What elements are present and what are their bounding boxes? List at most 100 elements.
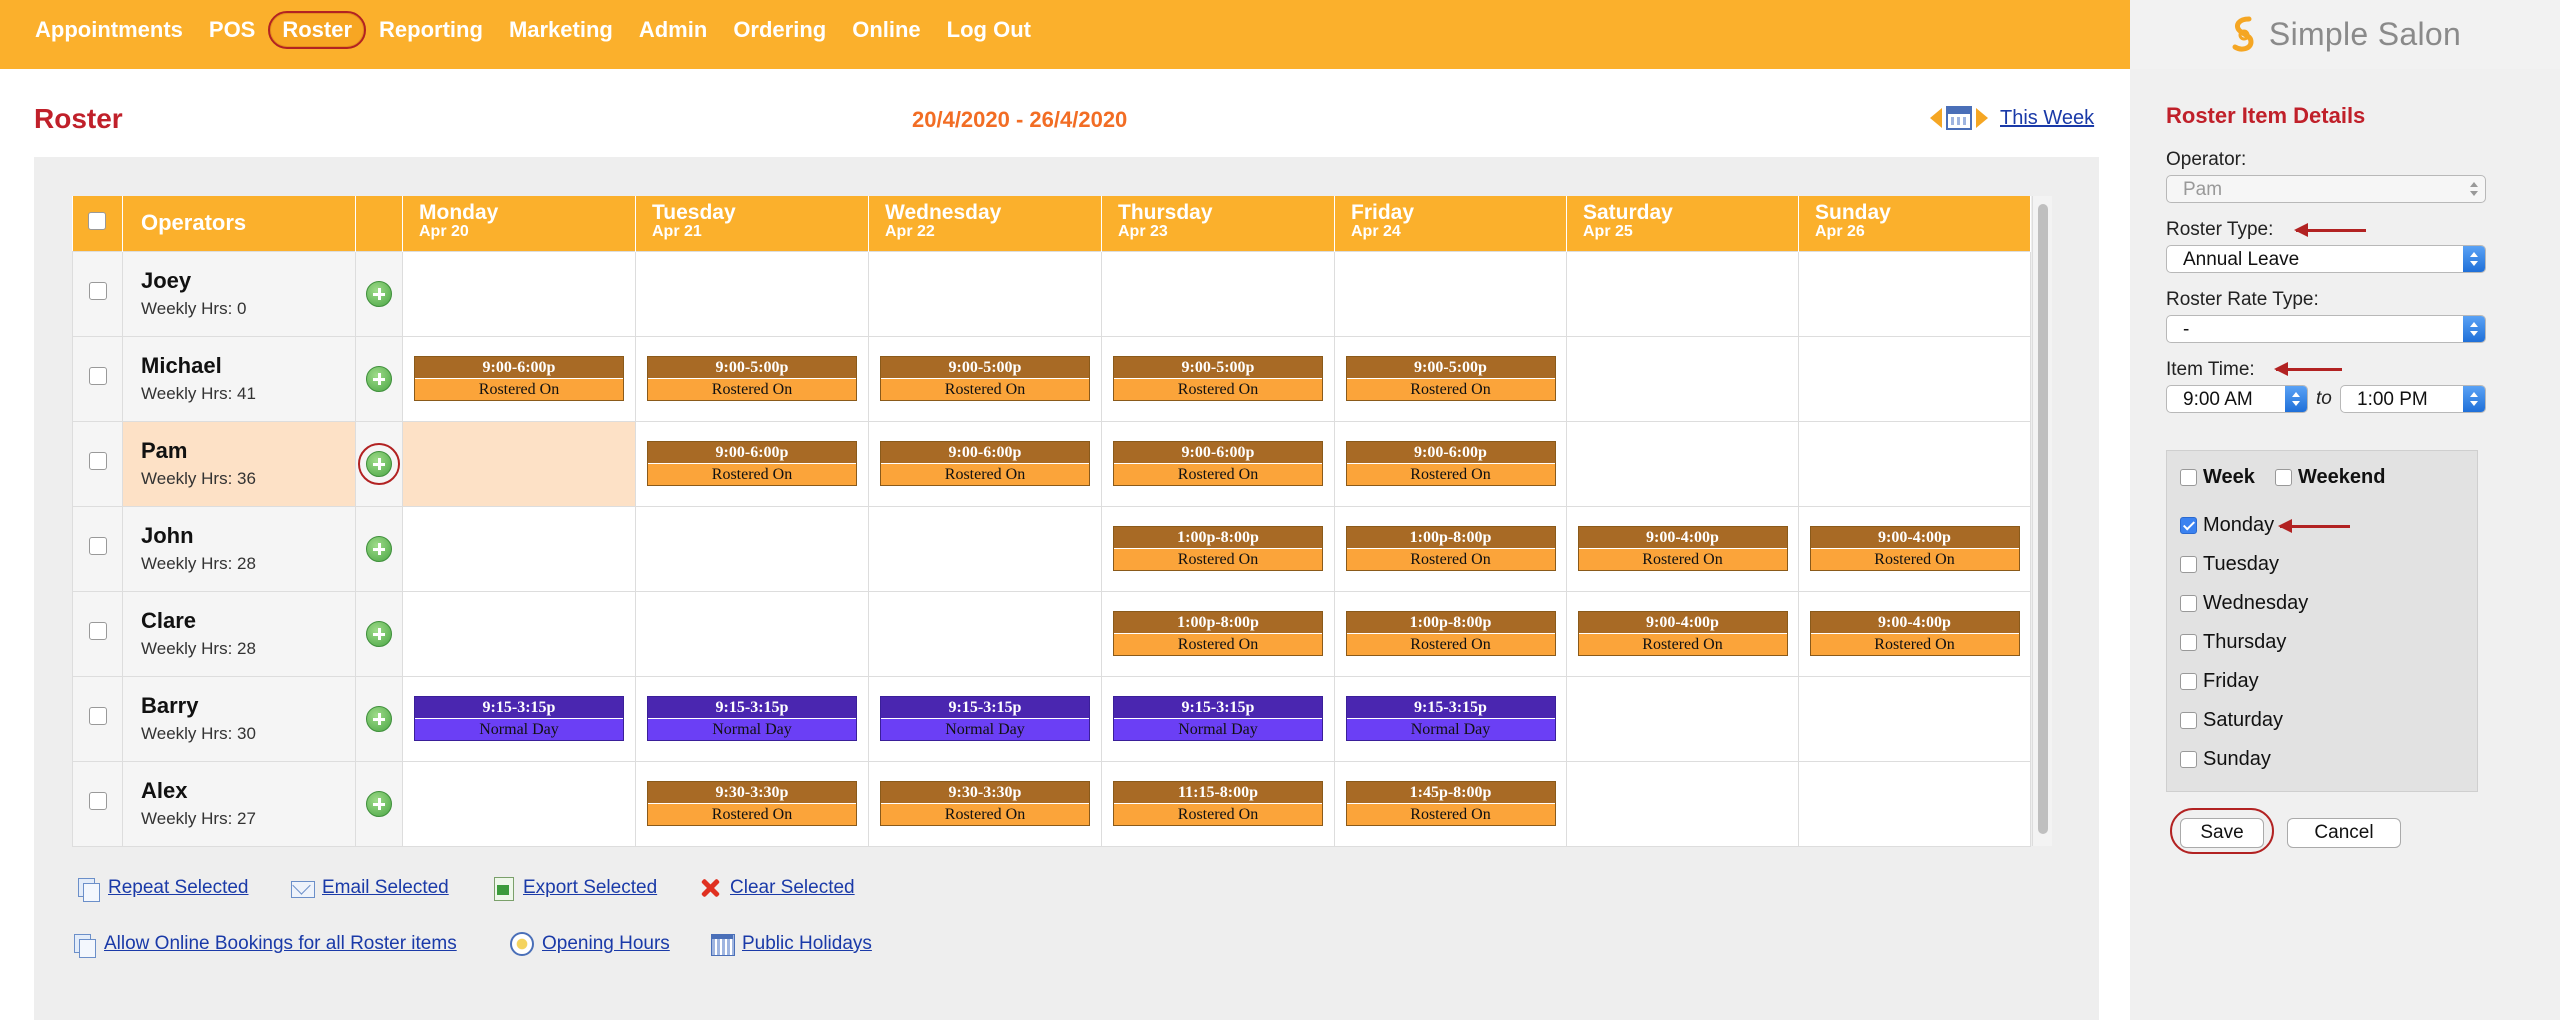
roster-day-cell[interactable] [1798, 760, 2031, 847]
roster-day-cell[interactable] [1334, 250, 1567, 337]
roster-day-cell[interactable] [402, 590, 636, 677]
clear-selected-link[interactable]: Clear Selected [698, 876, 855, 900]
day-checkbox[interactable] [2180, 595, 2197, 612]
roster-day-cell[interactable]: 9:00-4:00p Rostered On [1798, 505, 2031, 592]
roster-shift-block[interactable]: 9:00-6:00p Rostered On [414, 356, 624, 401]
roster-day-cell[interactable]: 9:00-5:00p Rostered On [1334, 335, 1567, 422]
roster-day-cell[interactable]: 1:00p-8:00p Rostered On [1101, 590, 1335, 677]
roster-day-cell[interactable] [1566, 760, 1799, 847]
day-checkbox[interactable] [2180, 751, 2197, 768]
repeat-selected-link[interactable]: Repeat Selected [76, 876, 249, 902]
roster-day-cell[interactable]: 9:00-5:00p Rostered On [1101, 335, 1335, 422]
roster-day-cell[interactable]: 9:00-4:00p Rostered On [1798, 590, 2031, 677]
roster-shift-block[interactable]: 9:15-3:15p Normal Day [414, 696, 624, 741]
roster-shift-block[interactable]: 9:30-3:30p Rostered On [880, 781, 1090, 826]
roster-day-cell[interactable] [1566, 675, 1799, 762]
roster-day-cell[interactable] [1798, 675, 2031, 762]
day-option-monday[interactable]: Monday [2180, 514, 2274, 537]
roster-shift-block[interactable]: 9:15-3:15p Normal Day [880, 696, 1090, 741]
nav-item-appointments[interactable]: Appointments [22, 11, 196, 49]
roster-day-cell[interactable]: 11:15-8:00p Rostered On [1101, 760, 1335, 847]
calendar-icon[interactable] [1946, 106, 1972, 130]
day-option-wednesday[interactable]: Wednesday [2180, 592, 2308, 615]
roster-day-cell[interactable] [402, 250, 636, 337]
roster-shift-block[interactable]: 9:15-3:15p Normal Day [1345, 696, 1556, 741]
add-shift-plus-icon[interactable] [366, 790, 392, 817]
day-option-sunday[interactable]: Sunday [2180, 748, 2271, 771]
roster-shift-block[interactable]: 9:00-6:00p Rostered On [1345, 441, 1556, 486]
weekend-checkbox[interactable] [2275, 469, 2292, 486]
roster-day-cell[interactable]: 9:00-6:00p Rostered On [635, 420, 869, 507]
roster-shift-block[interactable]: 9:00-6:00p Rostered On [647, 441, 857, 486]
cancel-button[interactable]: Cancel [2287, 818, 2401, 848]
roster-day-cell[interactable] [1798, 420, 2031, 507]
email-selected-link[interactable]: Email Selected [290, 876, 449, 900]
week-checkbox[interactable] [2180, 469, 2197, 486]
roster-shift-block[interactable]: 1:00p-8:00p Rostered On [1345, 611, 1556, 656]
operator-select[interactable]: Pam [2166, 175, 2486, 203]
roster-shift-block[interactable]: 9:15-3:15p Normal Day [647, 696, 857, 741]
roster-day-cell[interactable]: 9:00-6:00p Rostered On [868, 420, 1102, 507]
day-option-tuesday[interactable]: Tuesday [2180, 553, 2279, 576]
row-checkbox[interactable] [88, 367, 107, 385]
roster-day-cell[interactable] [635, 505, 869, 592]
day-checkbox[interactable] [2180, 634, 2197, 651]
day-checkbox[interactable] [2180, 517, 2197, 534]
nav-item-roster[interactable]: Roster [268, 11, 367, 49]
roster-day-cell[interactable]: 9:30-3:30p Rostered On [635, 760, 869, 847]
roster-day-cell[interactable] [868, 505, 1102, 592]
roster-shift-block[interactable]: 9:00-5:00p Rostered On [1113, 356, 1323, 401]
roster-day-cell[interactable] [1101, 250, 1335, 337]
roster-day-cell[interactable]: 1:00p-8:00p Rostered On [1101, 505, 1335, 592]
roster-day-cell[interactable] [1798, 250, 2031, 337]
roster-scrollbar[interactable] [2032, 196, 2052, 846]
row-checkbox[interactable] [88, 792, 107, 810]
add-shift-plus-icon[interactable] [366, 450, 392, 477]
roster-day-cell[interactable]: 9:00-4:00p Rostered On [1566, 590, 1799, 677]
export-selected-link[interactable]: Export Selected [491, 876, 657, 901]
roster-day-cell[interactable]: 9:15-3:15p Normal Day [1101, 675, 1335, 762]
roster-shift-block[interactable]: 9:00-6:00p Rostered On [880, 441, 1090, 486]
allow-online-bookings-link[interactable]: Allow Online Bookings for all Roster ite… [72, 932, 457, 958]
nav-item-online[interactable]: Online [839, 11, 933, 49]
roster-day-cell[interactable]: 9:15-3:15p Normal Day [868, 675, 1102, 762]
nav-item-admin[interactable]: Admin [626, 11, 720, 49]
roster-day-cell[interactable]: 9:15-3:15p Normal Day [635, 675, 869, 762]
roster-day-cell[interactable] [868, 590, 1102, 677]
day-option-friday[interactable]: Friday [2180, 670, 2259, 693]
roster-shift-block[interactable]: 9:00-5:00p Rostered On [647, 356, 857, 401]
roster-shift-block[interactable]: 9:30-3:30p Rostered On [647, 781, 857, 826]
roster-day-cell[interactable]: 9:00-6:00p Rostered On [1334, 420, 1567, 507]
roster-day-cell[interactable]: 1:00p-8:00p Rostered On [1334, 590, 1567, 677]
roster-day-cell[interactable] [402, 505, 636, 592]
roster-day-cell[interactable]: 9:00-6:00p Rostered On [402, 335, 636, 422]
day-checkbox[interactable] [2180, 673, 2197, 690]
roster-day-cell[interactable]: 1:00p-8:00p Rostered On [1334, 505, 1567, 592]
roster-day-cell[interactable]: 9:30-3:30p Rostered On [868, 760, 1102, 847]
roster-shift-block[interactable]: 9:00-4:00p Rostered On [1577, 611, 1788, 656]
roster-shift-block[interactable]: 1:45p-8:00p Rostered On [1345, 781, 1556, 826]
time-from-select[interactable]: 9:00 AM [2166, 385, 2308, 413]
roster-day-cell[interactable]: 9:15-3:15p Normal Day [402, 675, 636, 762]
next-week-arrow-icon[interactable] [1976, 108, 1988, 128]
roster-day-cell[interactable] [402, 420, 636, 507]
previous-week-arrow-icon[interactable] [1930, 108, 1942, 128]
roster-day-cell[interactable] [1566, 420, 1799, 507]
roster-day-cell[interactable]: 1:45p-8:00p Rostered On [1334, 760, 1567, 847]
roster-shift-block[interactable]: 9:15-3:15p Normal Day [1113, 696, 1323, 741]
row-checkbox[interactable] [88, 537, 107, 555]
public-holidays-link[interactable]: Public Holidays [710, 932, 872, 956]
nav-item-pos[interactable]: POS [196, 11, 268, 49]
roster-shift-block[interactable]: 9:00-4:00p Rostered On [1577, 526, 1788, 571]
row-checkbox[interactable] [88, 707, 107, 725]
nav-item-ordering[interactable]: Ordering [720, 11, 839, 49]
roster-day-cell[interactable] [1798, 335, 2031, 422]
roster-day-cell[interactable] [1566, 250, 1799, 337]
add-shift-plus-icon[interactable] [366, 620, 392, 647]
roster-day-cell[interactable]: 9:00-5:00p Rostered On [868, 335, 1102, 422]
roster-shift-block[interactable]: 9:00-5:00p Rostered On [880, 356, 1090, 401]
time-to-select[interactable]: 1:00 PM [2340, 385, 2486, 413]
nav-item-marketing[interactable]: Marketing [496, 11, 626, 49]
add-shift-plus-icon[interactable] [366, 280, 392, 307]
weekend-option[interactable]: Weekend [2275, 466, 2385, 489]
